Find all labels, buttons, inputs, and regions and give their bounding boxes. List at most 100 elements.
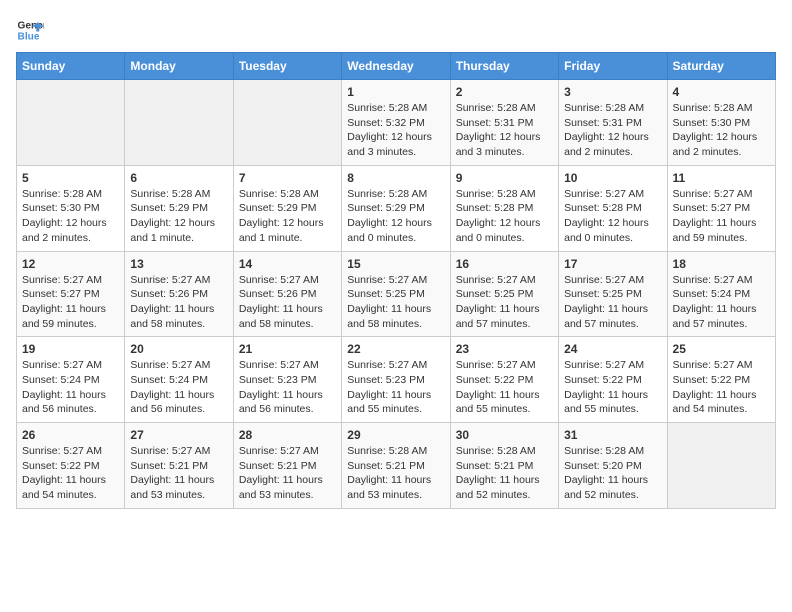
day-number: 25 [673,342,770,356]
day-number: 11 [673,171,770,185]
day-number: 20 [130,342,227,356]
calendar-cell: 15 Sunrise: 5:27 AM Sunset: 5:25 PM Dayli… [342,251,450,337]
day-number: 15 [347,257,444,271]
day-number: 22 [347,342,444,356]
day-info: Sunrise: 5:27 AM Sunset: 5:22 PM Dayligh… [456,358,553,417]
day-number: 14 [239,257,336,271]
day-number: 3 [564,85,661,99]
day-info: Sunrise: 5:27 AM Sunset: 5:21 PM Dayligh… [239,444,336,503]
calendar-cell: 5 Sunrise: 5:28 AM Sunset: 5:30 PM Daylig… [17,165,125,251]
calendar-cell: 22 Sunrise: 5:27 AM Sunset: 5:23 PM Dayli… [342,337,450,423]
day-info: Sunrise: 5:28 AM Sunset: 5:32 PM Dayligh… [347,101,444,160]
day-number: 16 [456,257,553,271]
day-info: Sunrise: 5:27 AM Sunset: 5:25 PM Dayligh… [456,273,553,332]
calendar-table: SundayMondayTuesdayWednesdayThursdayFrid… [16,52,776,509]
day-info: Sunrise: 5:27 AM Sunset: 5:24 PM Dayligh… [130,358,227,417]
day-number: 1 [347,85,444,99]
day-info: Sunrise: 5:27 AM Sunset: 5:27 PM Dayligh… [22,273,119,332]
day-info: Sunrise: 5:27 AM Sunset: 5:22 PM Dayligh… [22,444,119,503]
day-number: 10 [564,171,661,185]
day-number: 26 [22,428,119,442]
logo: General Blue [16,16,44,44]
day-number: 2 [456,85,553,99]
calendar-cell: 12Sunrise: 5:27 AM Sunset: 5:27 PM Dayli… [17,251,125,337]
day-info: Sunrise: 5:27 AM Sunset: 5:27 PM Dayligh… [673,187,770,246]
day-number: 13 [130,257,227,271]
calendar-cell: 24 Sunrise: 5:27 AM Sunset: 5:22 PM Dayli… [559,337,667,423]
calendar-cell: 20 Sunrise: 5:27 AM Sunset: 5:24 PM Dayli… [125,337,233,423]
day-info: Sunrise: 5:28 AM Sunset: 5:29 PM Dayligh… [239,187,336,246]
calendar-cell: 28 Sunrise: 5:27 AM Sunset: 5:21 PM Dayli… [233,423,341,509]
day-number: 27 [130,428,227,442]
calendar-week-row: 12Sunrise: 5:27 AM Sunset: 5:27 PM Dayli… [17,251,776,337]
calendar-cell [17,80,125,166]
calendar-cell: 26 Sunrise: 5:27 AM Sunset: 5:22 PM Dayli… [17,423,125,509]
day-info: Sunrise: 5:27 AM Sunset: 5:21 PM Dayligh… [130,444,227,503]
day-info: Sunrise: 5:27 AM Sunset: 5:28 PM Dayligh… [564,187,661,246]
day-of-week-header: Sunday [17,53,125,80]
day-number: 8 [347,171,444,185]
day-number: 29 [347,428,444,442]
day-number: 30 [456,428,553,442]
day-info: Sunrise: 5:27 AM Sunset: 5:26 PM Dayligh… [130,273,227,332]
svg-text:Blue: Blue [18,31,40,42]
calendar-cell: 30Sunrise: 5:28 AM Sunset: 5:21 PM Dayli… [450,423,558,509]
day-info: Sunrise: 5:27 AM Sunset: 5:22 PM Dayligh… [564,358,661,417]
calendar-cell: 18 Sunrise: 5:27 AM Sunset: 5:24 PM Dayli… [667,251,775,337]
calendar-cell: 1 Sunrise: 5:28 AM Sunset: 5:32 PM Daylig… [342,80,450,166]
page-header: General Blue [16,16,776,44]
day-of-week-header: Monday [125,53,233,80]
calendar-cell: 27 Sunrise: 5:27 AM Sunset: 5:21 PM Dayli… [125,423,233,509]
day-of-week-header: Wednesday [342,53,450,80]
day-info: Sunrise: 5:27 AM Sunset: 5:25 PM Dayligh… [347,273,444,332]
day-of-week-header: Friday [559,53,667,80]
day-number: 9 [456,171,553,185]
calendar-cell: 8 Sunrise: 5:28 AM Sunset: 5:29 PM Daylig… [342,165,450,251]
logo-icon: General Blue [16,16,44,44]
calendar-week-row: 1 Sunrise: 5:28 AM Sunset: 5:32 PM Daylig… [17,80,776,166]
day-number: 5 [22,171,119,185]
day-info: Sunrise: 5:27 AM Sunset: 5:26 PM Dayligh… [239,273,336,332]
calendar-cell: 9 Sunrise: 5:28 AM Sunset: 5:28 PM Daylig… [450,165,558,251]
day-info: Sunrise: 5:27 AM Sunset: 5:24 PM Dayligh… [22,358,119,417]
day-info: Sunrise: 5:27 AM Sunset: 5:22 PM Dayligh… [673,358,770,417]
calendar-cell: 6 Sunrise: 5:28 AM Sunset: 5:29 PM Daylig… [125,165,233,251]
calendar-cell: 21Sunrise: 5:27 AM Sunset: 5:23 PM Dayli… [233,337,341,423]
day-info: Sunrise: 5:27 AM Sunset: 5:24 PM Dayligh… [673,273,770,332]
day-number: 31 [564,428,661,442]
day-number: 28 [239,428,336,442]
day-info: Sunrise: 5:28 AM Sunset: 5:29 PM Dayligh… [347,187,444,246]
calendar-header: SundayMondayTuesdayWednesdayThursdayFrid… [17,53,776,80]
day-info: Sunrise: 5:27 AM Sunset: 5:23 PM Dayligh… [347,358,444,417]
day-of-week-header: Thursday [450,53,558,80]
day-of-week-header: Tuesday [233,53,341,80]
day-number: 17 [564,257,661,271]
day-info: Sunrise: 5:28 AM Sunset: 5:29 PM Dayligh… [130,187,227,246]
day-info: Sunrise: 5:28 AM Sunset: 5:21 PM Dayligh… [347,444,444,503]
day-number: 4 [673,85,770,99]
calendar-cell: 10 Sunrise: 5:27 AM Sunset: 5:28 PM Dayli… [559,165,667,251]
calendar-body: 1 Sunrise: 5:28 AM Sunset: 5:32 PM Daylig… [17,80,776,509]
calendar-cell: 19Sunrise: 5:27 AM Sunset: 5:24 PM Dayli… [17,337,125,423]
day-number: 18 [673,257,770,271]
day-info: Sunrise: 5:28 AM Sunset: 5:31 PM Dayligh… [456,101,553,160]
calendar-cell: 3Sunrise: 5:28 AM Sunset: 5:31 PM Daylig… [559,80,667,166]
calendar-cell [233,80,341,166]
day-info: Sunrise: 5:27 AM Sunset: 5:25 PM Dayligh… [564,273,661,332]
calendar-week-row: 19Sunrise: 5:27 AM Sunset: 5:24 PM Dayli… [17,337,776,423]
calendar-cell: 11 Sunrise: 5:27 AM Sunset: 5:27 PM Dayli… [667,165,775,251]
calendar-cell: 17 Sunrise: 5:27 AM Sunset: 5:25 PM Dayli… [559,251,667,337]
day-number: 24 [564,342,661,356]
day-info: Sunrise: 5:28 AM Sunset: 5:20 PM Dayligh… [564,444,661,503]
calendar-cell: 29 Sunrise: 5:28 AM Sunset: 5:21 PM Dayli… [342,423,450,509]
day-info: Sunrise: 5:28 AM Sunset: 5:30 PM Dayligh… [22,187,119,246]
day-number: 21 [239,342,336,356]
day-info: Sunrise: 5:28 AM Sunset: 5:28 PM Dayligh… [456,187,553,246]
calendar-cell [667,423,775,509]
day-number: 7 [239,171,336,185]
calendar-cell: 14 Sunrise: 5:27 AM Sunset: 5:26 PM Dayli… [233,251,341,337]
day-number: 6 [130,171,227,185]
calendar-cell: 23 Sunrise: 5:27 AM Sunset: 5:22 PM Dayli… [450,337,558,423]
day-number: 23 [456,342,553,356]
calendar-cell: 25 Sunrise: 5:27 AM Sunset: 5:22 PM Dayli… [667,337,775,423]
